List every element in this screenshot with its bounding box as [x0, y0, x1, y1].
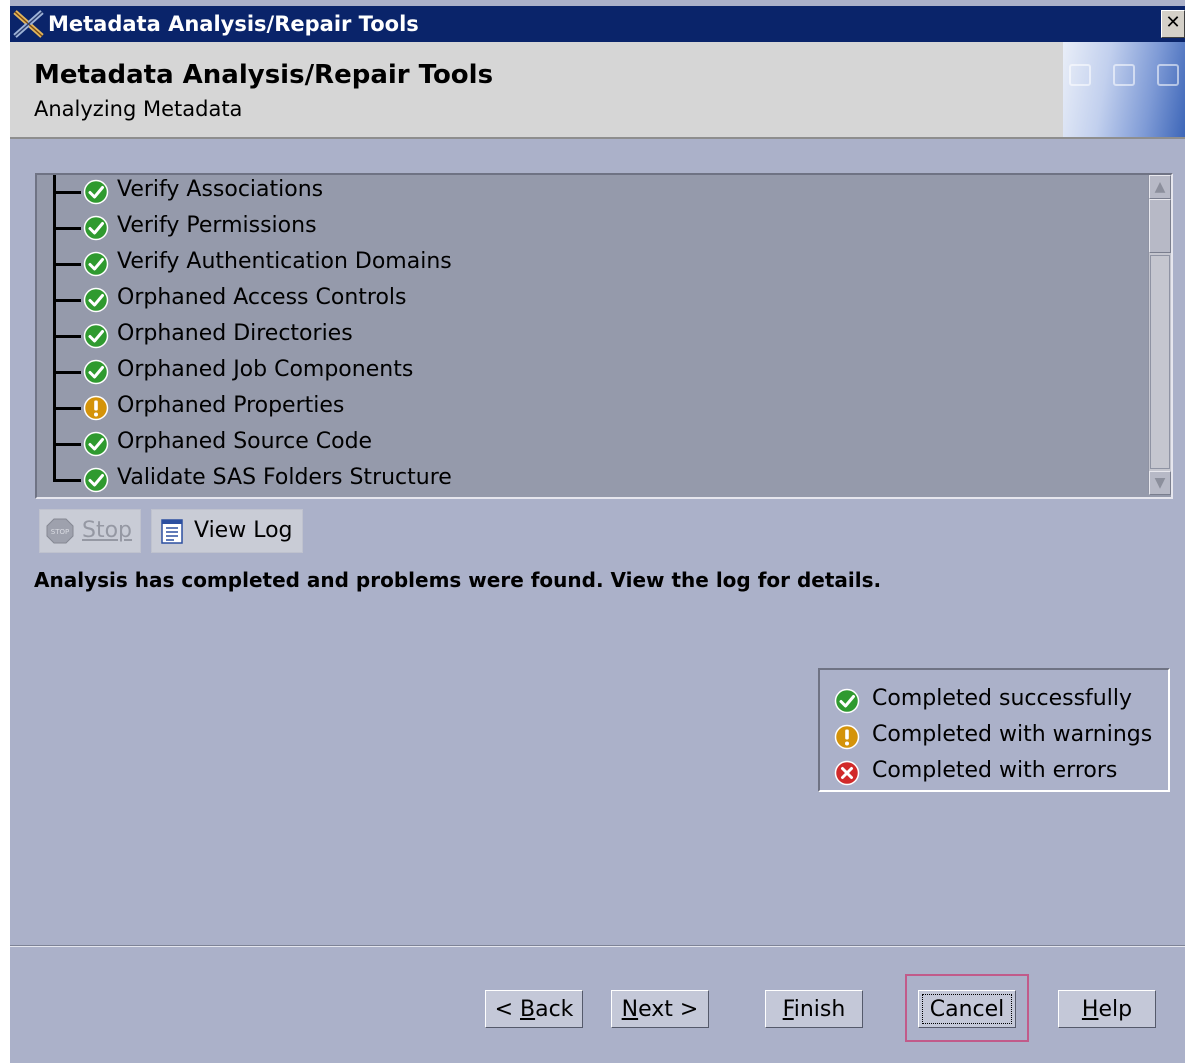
stop-icon: STOP: [46, 518, 74, 544]
finish-rest: inish: [793, 997, 846, 1022]
tree-item-label: Orphaned Properties: [117, 393, 345, 418]
stop-label: Stop: [82, 518, 133, 543]
success-status-icon: [83, 431, 109, 457]
warning-status-icon: [83, 395, 109, 421]
back-prefix: <: [494, 997, 520, 1022]
tree-branch-line: [53, 407, 81, 410]
success-status-icon: [83, 287, 109, 313]
analysis-status-message: Analysis has completed and problems were…: [34, 568, 882, 592]
next-mnemonic: N: [621, 997, 639, 1022]
status-legend: Completed successfully Completed with war…: [818, 668, 1170, 792]
tree-item-label: Verify Authentication Domains: [117, 249, 452, 274]
success-status-icon: [83, 179, 109, 205]
tree-branch-line: [53, 443, 81, 446]
tree-item-label: Validate SAS Folders Structure: [117, 465, 452, 490]
finish-mnemonic: F: [782, 997, 794, 1022]
header-title: Metadata Analysis/Repair Tools: [34, 60, 494, 90]
tree-branch-line: [53, 335, 81, 338]
tree-branch-line: [53, 479, 81, 482]
legend-item-label: Completed with errors: [872, 758, 1118, 783]
header-banner-graphic: [1063, 42, 1185, 137]
tree-item-label: Orphaned Source Code: [117, 429, 373, 454]
stop-button[interactable]: STOP Stop: [39, 509, 141, 553]
help-mnemonic: H: [1081, 997, 1099, 1022]
success-status-icon: [83, 323, 109, 349]
tree-connector-line: [53, 175, 56, 480]
analysis-tree[interactable]: Verify Associations Verify Permissions Ver…: [35, 173, 1173, 499]
window-title: Metadata Analysis/Repair Tools: [48, 12, 419, 36]
svg-text:STOP: STOP: [51, 528, 69, 536]
next-rest: ext >: [638, 997, 699, 1022]
footer-separator: [10, 945, 1185, 947]
tree-scrollbar[interactable]: ▲ ▼: [1148, 175, 1171, 495]
back-mnemonic: B: [520, 997, 536, 1022]
help-rest: elp: [1098, 997, 1133, 1022]
cancel-label: Cancel: [929, 997, 1005, 1022]
scroll-up-icon[interactable]: ▲: [1149, 175, 1171, 199]
view-log-label: View Log: [194, 518, 293, 543]
legend-item-label: Completed successfully: [872, 686, 1132, 711]
tree-item-label: Orphaned Directories: [117, 321, 353, 346]
error-status-icon: [834, 760, 860, 786]
success-status-icon: [83, 467, 109, 493]
title-bar: Metadata Analysis/Repair Tools ✕: [10, 6, 1185, 42]
header-subtitle: Analyzing Metadata: [34, 97, 243, 121]
success-status-icon: [83, 215, 109, 241]
cancel-button[interactable]: Cancel: [918, 990, 1016, 1028]
tree-branch-line: [53, 191, 81, 194]
finish-button[interactable]: Finish: [765, 990, 863, 1028]
tree-branch-line: [53, 371, 81, 374]
scroll-down-icon[interactable]: ▼: [1149, 471, 1171, 495]
tree-branch-line: [53, 227, 81, 230]
tree-item-label: Orphaned Job Components: [117, 357, 414, 382]
success-status-icon: [834, 688, 860, 714]
wizard-header: Metadata Analysis/Repair Tools Analyzing…: [10, 42, 1185, 139]
wizard-window: Metadata Analysis/Repair Tools ✕ Metadat…: [10, 0, 1185, 1063]
success-status-icon: [83, 251, 109, 277]
tree-branch-line: [53, 299, 81, 302]
tree-item-label: Verify Associations: [117, 177, 324, 202]
back-rest: ack: [535, 997, 574, 1022]
back-button[interactable]: < Back: [485, 990, 583, 1028]
success-status-icon: [83, 359, 109, 385]
log-document-icon: [161, 519, 183, 544]
next-button[interactable]: Next >: [611, 990, 709, 1028]
help-button[interactable]: Help: [1058, 990, 1156, 1028]
close-icon: ✕: [1165, 12, 1181, 33]
scroll-thumb[interactable]: [1149, 199, 1171, 253]
tree-item-label: Orphaned Access Controls: [117, 285, 407, 310]
view-log-button[interactable]: View Log: [151, 509, 303, 553]
tree-item-label: Verify Permissions: [117, 213, 317, 238]
close-button[interactable]: ✕: [1161, 10, 1185, 38]
tree-branch-line: [53, 263, 81, 266]
legend-item-label: Completed with warnings: [872, 722, 1153, 747]
scroll-track[interactable]: [1150, 255, 1170, 469]
warning-status-icon: [834, 724, 860, 750]
sas-x-icon: [13, 10, 44, 38]
